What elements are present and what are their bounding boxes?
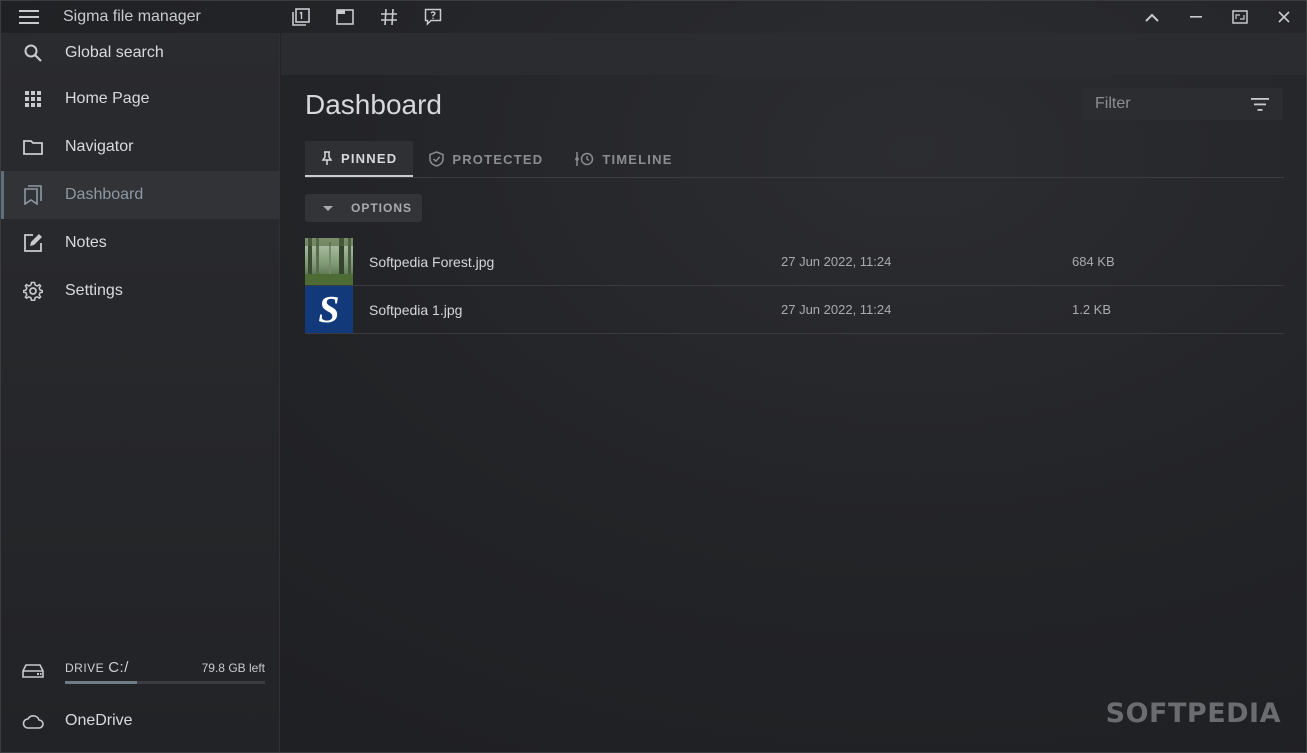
file-name: Softpedia 1.jpg bbox=[369, 301, 463, 318]
chevron-up-icon bbox=[1145, 13, 1159, 22]
drive-usage-bar bbox=[65, 680, 265, 684]
sidebar-item-label: Dashboard bbox=[65, 186, 144, 203]
sidebar-item-settings[interactable]: Settings bbox=[1, 267, 280, 315]
tab-pinned[interactable]: PINNED bbox=[305, 141, 414, 177]
file-row[interactable]: Softpedia Forest.jpg 27 Jun 2022, 11:24 … bbox=[305, 238, 1284, 286]
drive-label: DRIVE C:/ bbox=[65, 658, 129, 676]
app-title: Sigma file manager bbox=[63, 8, 201, 25]
toolbar-strip bbox=[281, 33, 1306, 75]
close-button[interactable] bbox=[1262, 1, 1306, 33]
edit-note-icon bbox=[24, 234, 42, 252]
app-window: Sigma file manager Global search Home Pa… bbox=[0, 0, 1307, 753]
sidebar-item-dashboard[interactable]: Dashboard bbox=[1, 171, 280, 219]
file-date: 27 Jun 2022, 11:24 bbox=[781, 302, 892, 317]
grid-icon bbox=[25, 91, 41, 107]
sidebar-item-global-search[interactable]: Global search bbox=[1, 29, 280, 77]
filter-input[interactable] bbox=[1083, 95, 1243, 113]
sidebar-item-notes[interactable]: Notes bbox=[1, 219, 280, 267]
sidebar-item-label: Notes bbox=[65, 234, 107, 251]
hard-drive-icon bbox=[22, 664, 44, 678]
tab-timeline[interactable]: TIMELINE bbox=[559, 141, 688, 177]
page-title: Dashboard bbox=[305, 89, 442, 120]
minimize-button[interactable] bbox=[1174, 1, 1218, 33]
main-panel: Dashboard PINNED PROTECTED bbox=[281, 75, 1306, 752]
collapse-button[interactable] bbox=[1130, 1, 1174, 33]
maximize-button[interactable] bbox=[1218, 1, 1262, 33]
sidebar-item-label: Home Page bbox=[65, 90, 150, 107]
sidebar-item-label: Navigator bbox=[65, 138, 134, 155]
cloud-icon bbox=[22, 715, 44, 729]
sidebar-item-label: Settings bbox=[65, 282, 123, 299]
hamburger-icon bbox=[19, 10, 39, 24]
file-row[interactable]: S Softpedia 1.jpg 27 Jun 2022, 11:24 1.2… bbox=[305, 286, 1284, 334]
thumbnail-forest bbox=[305, 238, 353, 285]
tab-icon bbox=[336, 9, 354, 25]
shield-icon bbox=[429, 151, 445, 167]
bookmarks-icon bbox=[24, 185, 42, 205]
drive-path: C:/ bbox=[108, 658, 129, 676]
help-message-icon bbox=[424, 8, 442, 26]
sidebar-item-onedrive[interactable]: OneDrive bbox=[1, 697, 280, 745]
filter-icon bbox=[1251, 97, 1269, 111]
timeline-icon bbox=[575, 152, 594, 166]
filter-field[interactable] bbox=[1083, 88, 1283, 120]
svg-text:S: S bbox=[318, 289, 339, 331]
tab-protected[interactable]: PROTECTED bbox=[413, 141, 559, 177]
file-name: Softpedia Forest.jpg bbox=[369, 253, 495, 270]
drive-free-space: 79.8 GB left bbox=[201, 660, 265, 675]
caret-down-icon bbox=[323, 205, 333, 211]
sidebar-item-navigator[interactable]: Navigator bbox=[1, 123, 280, 171]
pin-icon bbox=[321, 151, 333, 165]
sidebar: Global search Home Page Navigator Dashbo… bbox=[1, 33, 280, 752]
workspaces-button[interactable] bbox=[283, 1, 319, 33]
pinned-file-list: Softpedia Forest.jpg 27 Jun 2022, 11:24 … bbox=[305, 238, 1284, 334]
sidebar-item-home-page[interactable]: Home Page bbox=[1, 75, 280, 123]
dashboard-tabs: PINNED PROTECTED TIMELINE bbox=[305, 141, 1284, 178]
tab-label: TIMELINE bbox=[602, 151, 673, 167]
folder-icon bbox=[23, 140, 43, 155]
drive-usage-fill bbox=[65, 680, 137, 684]
file-size: 1.2 KB bbox=[1072, 302, 1112, 317]
minimize-icon bbox=[1190, 16, 1202, 18]
file-size: 684 KB bbox=[1072, 254, 1115, 269]
tags-button[interactable] bbox=[371, 1, 407, 33]
file-date: 27 Jun 2022, 11:24 bbox=[781, 254, 892, 269]
softpedia-watermark: SOFTPEDIA bbox=[1105, 698, 1281, 729]
thumbnail-s-logo: S bbox=[305, 286, 353, 333]
search-icon bbox=[24, 44, 42, 62]
feedback-button[interactable] bbox=[415, 1, 451, 33]
options-label: OPTIONS bbox=[351, 201, 413, 215]
gear-icon bbox=[23, 281, 43, 301]
hash-icon bbox=[381, 8, 397, 26]
tab-label: PROTECTED bbox=[452, 151, 544, 167]
drive-c[interactable]: DRIVE C:/ 79.8 GB left bbox=[1, 645, 280, 697]
maximize-icon bbox=[1232, 10, 1248, 24]
sidebar-item-label: OneDrive bbox=[65, 712, 133, 729]
workspace-icon bbox=[292, 8, 310, 26]
close-icon bbox=[1278, 11, 1290, 23]
options-button[interactable]: OPTIONS bbox=[305, 194, 422, 222]
tab-label: PINNED bbox=[341, 150, 398, 166]
sidebar-item-label: Global search bbox=[65, 44, 164, 61]
new-tab-button[interactable] bbox=[327, 1, 363, 33]
